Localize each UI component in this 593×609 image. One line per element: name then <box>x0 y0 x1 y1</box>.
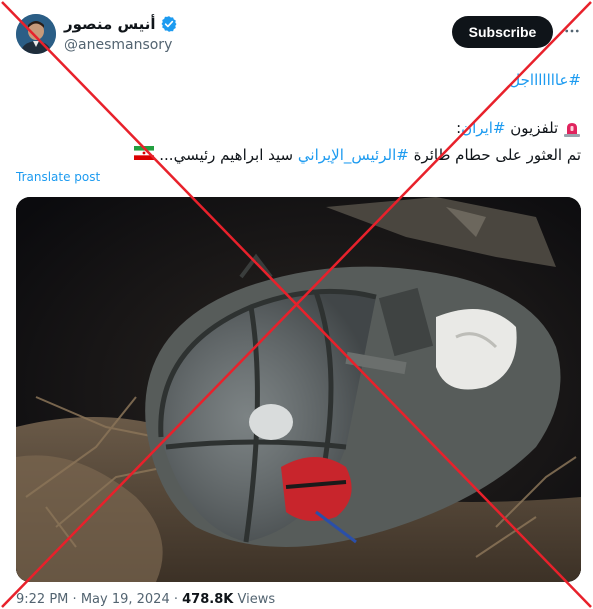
tweet-line-1: #عاااااااجل <box>16 70 581 91</box>
avatar[interactable] <box>16 14 56 54</box>
translate-post-link[interactable]: Translate post <box>16 170 100 184</box>
separator: · <box>72 592 77 607</box>
more-options-icon[interactable] <box>561 20 583 42</box>
tweet-line-3: تم العثور على حطام طائرة #الرئيس_الإيران… <box>16 145 581 166</box>
tweet-line-2: تلفزيون #ايران: <box>16 118 581 139</box>
hashtag-iranian-president[interactable]: #الرئيس_الإيراني <box>298 146 409 164</box>
verified-badge-icon <box>160 15 178 33</box>
tweet-line-2-prefix: تلفزيون <box>505 119 559 137</box>
author-handle[interactable]: @anesmansory <box>64 36 172 54</box>
author-name-row[interactable]: أنيس منصور <box>64 14 178 34</box>
tweet-line-3-part2: سيد ابراهيم رئيسي... <box>159 146 298 164</box>
tweet-time[interactable]: 9:22 PM <box>16 592 68 607</box>
hashtag-iran[interactable]: #ايران <box>461 119 505 137</box>
tweet-media-image[interactable] <box>16 197 581 582</box>
siren-emoji-icon <box>563 120 581 138</box>
hashtag-urgent[interactable]: #عاااااااجل <box>509 71 581 89</box>
tweet-date[interactable]: May 19, 2024 <box>81 592 170 607</box>
author-display-name[interactable]: أنيس منصور <box>64 14 156 34</box>
views-count: 478.8K <box>182 592 234 607</box>
subscribe-button[interactable]: Subscribe <box>452 16 553 48</box>
separator: · <box>173 592 178 607</box>
iran-flag-icon <box>134 145 155 166</box>
tweet-meta: 9:22 PM · May 19, 2024 · 478.8K Views <box>16 591 275 609</box>
views-label: Views <box>237 592 276 607</box>
tweet-line-3-part1: تم العثور على حطام طائرة <box>408 146 581 164</box>
